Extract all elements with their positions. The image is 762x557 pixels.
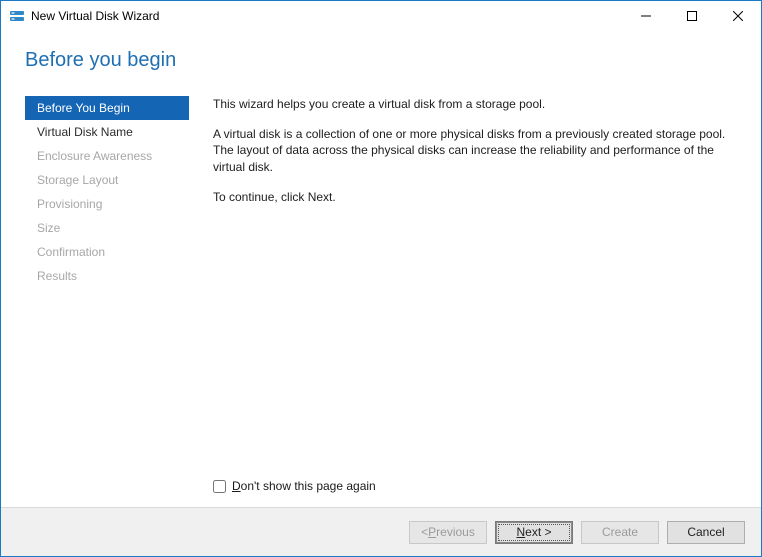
wizard-step-size: Size	[25, 216, 189, 240]
dont-show-again-checkbox[interactable]	[213, 480, 226, 493]
wizard-window: New Virtual Disk Wizard Before you begin…	[0, 0, 762, 557]
wizard-step-results: Results	[25, 264, 189, 288]
previous-button: < Previous	[409, 521, 487, 544]
wizard-step-virtual-disk-name[interactable]: Virtual Disk Name	[25, 120, 189, 144]
page-header: Before you begin	[1, 31, 761, 96]
wizard-step-before-you-begin[interactable]: Before You Begin	[25, 96, 189, 120]
minimize-button[interactable]	[623, 1, 669, 31]
titlebar: New Virtual Disk Wizard	[1, 1, 761, 31]
cancel-button[interactable]: Cancel	[667, 521, 745, 544]
dont-show-again-label[interactable]: Don't show this page again	[232, 479, 376, 493]
wizard-step-confirmation: Confirmation	[25, 240, 189, 264]
content-paragraph: To continue, click Next.	[213, 189, 737, 205]
wizard-footer: < Previous Next > Create Cancel	[1, 507, 761, 556]
maximize-button[interactable]	[669, 1, 715, 31]
page-title: Before you begin	[25, 49, 761, 72]
content-paragraph: A virtual disk is a collection of one or…	[213, 126, 737, 175]
dont-show-again-row: Don't show this page again	[213, 479, 737, 507]
content-paragraph: This wizard helps you create a virtual d…	[213, 96, 737, 112]
wizard-step-storage-layout: Storage Layout	[25, 168, 189, 192]
wizard-step-provisioning: Provisioning	[25, 192, 189, 216]
wizard-steps-nav: Before You BeginVirtual Disk NameEnclosu…	[25, 96, 189, 507]
wizard-step-enclosure-awareness: Enclosure Awareness	[25, 144, 189, 168]
window-controls	[623, 1, 761, 31]
wizard-content: This wizard helps you create a virtual d…	[189, 96, 737, 507]
window-title: New Virtual Disk Wizard	[31, 9, 623, 23]
next-button[interactable]: Next >	[495, 521, 573, 544]
create-button: Create	[581, 521, 659, 544]
wizard-body: Before You BeginVirtual Disk NameEnclosu…	[1, 96, 761, 507]
storage-pool-icon	[9, 8, 25, 24]
close-button[interactable]	[715, 1, 761, 31]
